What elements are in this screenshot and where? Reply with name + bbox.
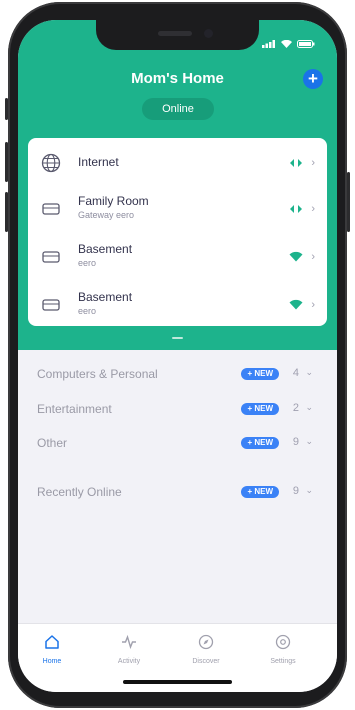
category-other[interactable]: Other + NEW 9 ⌄ — [18, 429, 337, 459]
notch — [96, 20, 259, 50]
category-count: 9 — [292, 485, 299, 497]
tab-label: Discover — [192, 658, 220, 665]
category-recently-online[interactable]: Recently Online + NEW 9 ⌄ — [18, 478, 337, 508]
device-row-basement[interactable]: Basement eero › — [28, 282, 327, 328]
chevron-down-icon: ⌄ — [305, 485, 313, 495]
chevron-down-icon: ⌄ — [305, 436, 313, 446]
chevron-right-icon: › — [311, 157, 315, 169]
device-row-basement[interactable]: Basement eero › — [28, 234, 327, 280]
new-badge: + NEW — [241, 368, 279, 380]
globe-icon — [41, 153, 61, 173]
mute-switch — [5, 98, 8, 120]
tab-label: Home — [42, 658, 62, 665]
device-subtitle: Gateway eero — [78, 210, 135, 220]
eero-device-icon — [42, 299, 60, 311]
category-label: Entertainment — [37, 402, 112, 416]
device-name: Internet — [78, 155, 119, 169]
wifi-icon — [289, 299, 303, 310]
eero-device-icon — [42, 251, 60, 263]
category-count: 2 — [292, 402, 299, 414]
network-title: Mom's Home — [131, 70, 224, 87]
category-label: Computers & Personal — [37, 367, 158, 381]
gear-icon — [275, 634, 291, 650]
tab-home[interactable]: Home — [22, 634, 82, 665]
front-camera — [204, 29, 213, 38]
activity-icon — [122, 634, 136, 650]
device-subtitle: eero — [78, 306, 97, 316]
category-count: 4 — [292, 367, 299, 379]
new-badge: + NEW — [241, 486, 279, 498]
eero-device-icon — [42, 203, 60, 215]
compass-icon — [198, 634, 214, 650]
add-button[interactable]: + — [303, 69, 323, 89]
chevron-down-icon: ⌄ — [305, 367, 313, 377]
battery-icon — [297, 40, 315, 48]
tab-label: Activity — [117, 658, 141, 665]
device-subtitle: eero — [78, 258, 97, 268]
wifi-icon — [289, 251, 303, 262]
app-screen: Mom's Home + Online Internet › Family Ro… — [18, 20, 337, 692]
category-computers-personal[interactable]: Computers & Personal + NEW 4 ⌄ — [18, 360, 337, 390]
power-button — [347, 172, 350, 232]
tab-bar: Home Activity Discover Settings — [18, 623, 337, 692]
tab-activity[interactable]: Activity — [99, 634, 159, 665]
category-count: 9 — [292, 436, 299, 448]
volume-down-button — [5, 192, 8, 232]
chevron-right-icon: › — [311, 251, 315, 263]
wifi-status-icon — [281, 40, 292, 48]
category-entertainment[interactable]: Entertainment + NEW 2 ⌄ — [18, 395, 337, 425]
drag-handle[interactable] — [172, 337, 183, 339]
device-card: Internet › Family Room Gateway eero › Ba… — [28, 138, 327, 326]
new-badge: + NEW — [241, 437, 279, 449]
tab-label: Settings — [270, 658, 296, 665]
device-name: Basement — [78, 290, 133, 304]
device-name: Family Room — [78, 194, 149, 208]
device-row-internet[interactable]: Internet › — [28, 140, 327, 186]
category-label: Recently Online — [37, 485, 122, 499]
tab-settings[interactable]: Settings — [253, 634, 313, 665]
connection-arrows-icon — [290, 159, 302, 167]
new-badge: + NEW — [241, 403, 279, 415]
cellular-signal-icon — [262, 40, 275, 48]
header-panel: Mom's Home + Online Internet › Family Ro… — [18, 20, 337, 350]
connection-arrows-icon — [290, 205, 302, 213]
volume-up-button — [5, 142, 8, 182]
category-label: Other — [37, 436, 68, 450]
device-name: Basement — [78, 242, 133, 256]
status-bar-icons — [262, 40, 315, 48]
device-row-family-room[interactable]: Family Room Gateway eero › — [28, 186, 327, 232]
online-status-pill[interactable]: Online — [142, 98, 214, 120]
home-icon — [45, 635, 59, 649]
tab-discover[interactable]: Discover — [176, 634, 236, 665]
chevron-down-icon: ⌄ — [305, 402, 313, 412]
home-indicator[interactable] — [123, 680, 232, 684]
chevron-right-icon: › — [311, 203, 315, 215]
speaker-grille — [158, 31, 192, 36]
plus-icon: + — [308, 69, 318, 88]
chevron-right-icon: › — [311, 299, 315, 311]
